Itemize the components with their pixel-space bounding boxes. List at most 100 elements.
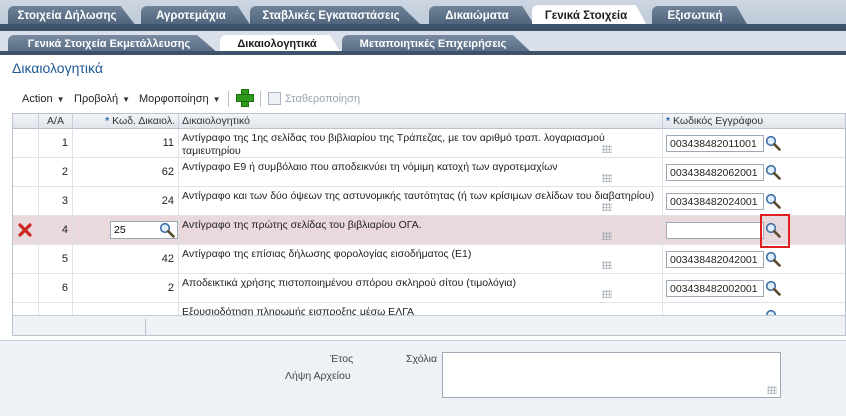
row-desc-text: Αποδεικτικά χρήσης πιστοποιημένου σπόρου… xyxy=(182,277,516,289)
tab-dikaiomata[interactable]: Δικαιώματα xyxy=(429,6,535,26)
doc-code-input[interactable] xyxy=(666,135,764,152)
table-row[interactable]: 6 2 Αποδεικτικά χρήσης πιστοποιημένου σπ… xyxy=(13,274,845,303)
freeze-icon xyxy=(268,92,281,105)
row-desc: Αντίγραφο της πρώτης σελίδας του βιβλιαρ… xyxy=(179,216,663,244)
row-code: 62 xyxy=(73,158,179,186)
row-aa: 3 xyxy=(39,187,73,215)
table-row-selected[interactable]: 4 Αντίγραφο της πρώτης σελίδας του βιβλι… xyxy=(13,216,845,245)
row-code: 11 xyxy=(73,129,179,157)
table-row[interactable]: 5 42 Αντίγραφο της επίσιας δήλωσης φορολ… xyxy=(13,245,845,274)
row-desc-text: Αντίγραφο Ε9 ή συμβόλαιο που αποδεικνύει… xyxy=(182,161,558,173)
resize-grip-icon[interactable] xyxy=(602,203,612,211)
tab-stavlikes[interactable]: Σταβλικές Εγκαταστάσεις xyxy=(250,6,422,26)
search-icon[interactable] xyxy=(765,193,781,209)
row-desc: Αντίγραφο της 1ης σελίδας του βιβλιαρίου… xyxy=(179,129,663,157)
search-icon[interactable] xyxy=(765,135,781,151)
toolbar-divider xyxy=(228,91,229,107)
action-menu[interactable]: Action ▼ xyxy=(22,93,65,105)
doc-code-input[interactable] xyxy=(666,222,764,239)
search-icon[interactable] xyxy=(765,164,781,180)
resize-grip-icon[interactable] xyxy=(767,386,777,394)
search-icon[interactable] xyxy=(765,280,781,296)
highlight-box xyxy=(760,214,790,248)
chevron-down-icon: ▼ xyxy=(212,95,221,104)
row-aa: 2 xyxy=(39,158,73,186)
row-desc-text: Αντίγραφο και των δύο όψεων της αστυνομι… xyxy=(182,190,655,202)
resize-grip-icon[interactable] xyxy=(602,145,612,153)
doc-code-input[interactable] xyxy=(666,164,764,181)
subtabbar-line xyxy=(0,51,846,55)
row-doc-cell xyxy=(663,158,845,186)
row-selector[interactable] xyxy=(13,216,39,244)
toolbar-divider xyxy=(260,91,261,107)
footer-divider xyxy=(145,319,146,335)
row-aa: 5 xyxy=(39,245,73,273)
format-menu[interactable]: Μορφοποίηση ▼ xyxy=(139,93,221,105)
table-row[interactable]: 3 24 Αντίγραφο και των δύο όψεων της αστ… xyxy=(13,187,845,216)
tabbar-line xyxy=(0,24,846,31)
freeze-button[interactable]: Σταθεροποίηση xyxy=(285,93,360,105)
row-selector[interactable] xyxy=(13,187,39,215)
resize-grip-icon[interactable] xyxy=(602,232,612,240)
table-header: Α/Α * Κωδ. Δικαιολ. Δικαιολογητικό * Κωδ… xyxy=(13,114,845,129)
resize-grip-icon[interactable] xyxy=(602,290,612,298)
row-desc: Αντίγραφο Ε9 ή συμβόλαιο που αποδεικνύει… xyxy=(179,158,663,186)
table-row[interactable]: 2 62 Αντίγραφο Ε9 ή συμβόλαιο που αποδει… xyxy=(13,158,845,187)
header-code[interactable]: * Κωδ. Δικαιολ. xyxy=(73,114,179,129)
row-selector[interactable] xyxy=(13,274,39,302)
header-doc[interactable]: * Κωδικός Εγγράφου xyxy=(663,114,845,129)
row-selector[interactable] xyxy=(13,129,39,157)
table-footer xyxy=(13,315,845,335)
sub-tabbar: Γενικά Στοιχεία Εκμετάλλευσης Δικαιολογη… xyxy=(0,31,846,55)
file-download-label[interactable]: Λήψη Αρχείου xyxy=(285,370,351,382)
doc-code-input[interactable] xyxy=(666,280,764,297)
row-desc: Αντίγραφο της επίσιας δήλωσης φορολογίας… xyxy=(179,245,663,273)
row-desc: Αντίγραφο και των δύο όψεων της αστυνομι… xyxy=(179,187,663,215)
resize-grip-icon[interactable] xyxy=(602,174,612,182)
search-icon[interactable] xyxy=(159,222,175,238)
tab-agrotemaxia[interactable]: Αγροτεμάχια xyxy=(141,6,251,26)
row-code: 24 xyxy=(73,187,179,215)
delete-icon[interactable] xyxy=(18,223,32,237)
row-aa: 4 xyxy=(39,216,73,244)
row-desc: Αποδεικτικά χρήσης πιστοποιημένου σπόρου… xyxy=(179,274,663,302)
table-toolbar: Action ▼ Προβολή ▼ Μορφοποίηση ▼ Σταθεροποί… xyxy=(12,87,846,111)
row-code-cell xyxy=(73,216,179,244)
comments-textarea[interactable] xyxy=(442,352,781,398)
chevron-down-icon: ▼ xyxy=(56,95,65,104)
row-doc-cell xyxy=(663,245,845,273)
comments-label: Σχόλια xyxy=(406,353,438,365)
header-selector xyxy=(13,114,39,129)
row-selector[interactable] xyxy=(13,245,39,273)
page-title: Δικαιολογητικά xyxy=(12,60,103,76)
action-menu-label: Action xyxy=(22,93,53,105)
required-marker: * xyxy=(105,115,110,127)
header-code-label: Κωδ. Δικαιολ. xyxy=(112,115,175,127)
doc-code-input[interactable] xyxy=(666,251,764,268)
view-menu-label: Προβολή xyxy=(74,93,119,105)
year-label: Έτος xyxy=(330,353,354,365)
row-doc-cell xyxy=(663,129,845,157)
row-aa: 6 xyxy=(39,274,73,302)
row-desc-text: Αντίγραφο της πρώτης σελίδας του βιβλιαρ… xyxy=(182,219,422,231)
header-desc[interactable]: Δικαιολογητικό xyxy=(179,114,663,129)
row-doc-cell xyxy=(663,187,845,215)
required-marker: * xyxy=(666,115,671,127)
documents-table: Α/Α * Κωδ. Δικαιολ. Δικαιολογητικό * Κωδ… xyxy=(12,113,846,336)
row-doc-cell xyxy=(663,274,845,302)
row-desc-text: Αντίγραφο της 1ης σελίδας του βιβλιαρίου… xyxy=(182,132,605,157)
resize-grip-icon[interactable] xyxy=(602,261,612,269)
main-tabbar: Στοιχεία Δήλωσης Αγροτεμάχια Σταβλικές Ε… xyxy=(0,0,846,31)
add-row-icon[interactable] xyxy=(236,89,254,107)
header-aa[interactable]: Α/Α xyxy=(39,114,73,129)
row-selector[interactable] xyxy=(13,158,39,186)
row-doc-cell xyxy=(663,216,845,244)
search-icon[interactable] xyxy=(765,251,781,267)
tab-exisotiki[interactable]: Εξισωτική xyxy=(652,6,748,26)
header-doc-label: Κωδικός Εγγράφου xyxy=(673,115,764,127)
view-menu[interactable]: Προβολή ▼ xyxy=(74,93,130,105)
table-row[interactable]: 1 11 Αντίγραφο της 1ης σελίδας του βιβλι… xyxy=(13,129,845,158)
row-aa: 1 xyxy=(39,129,73,157)
doc-code-input[interactable] xyxy=(666,193,764,210)
tab-stoixeia-dilosis[interactable]: Στοιχεία Δήλωσης xyxy=(8,6,136,26)
